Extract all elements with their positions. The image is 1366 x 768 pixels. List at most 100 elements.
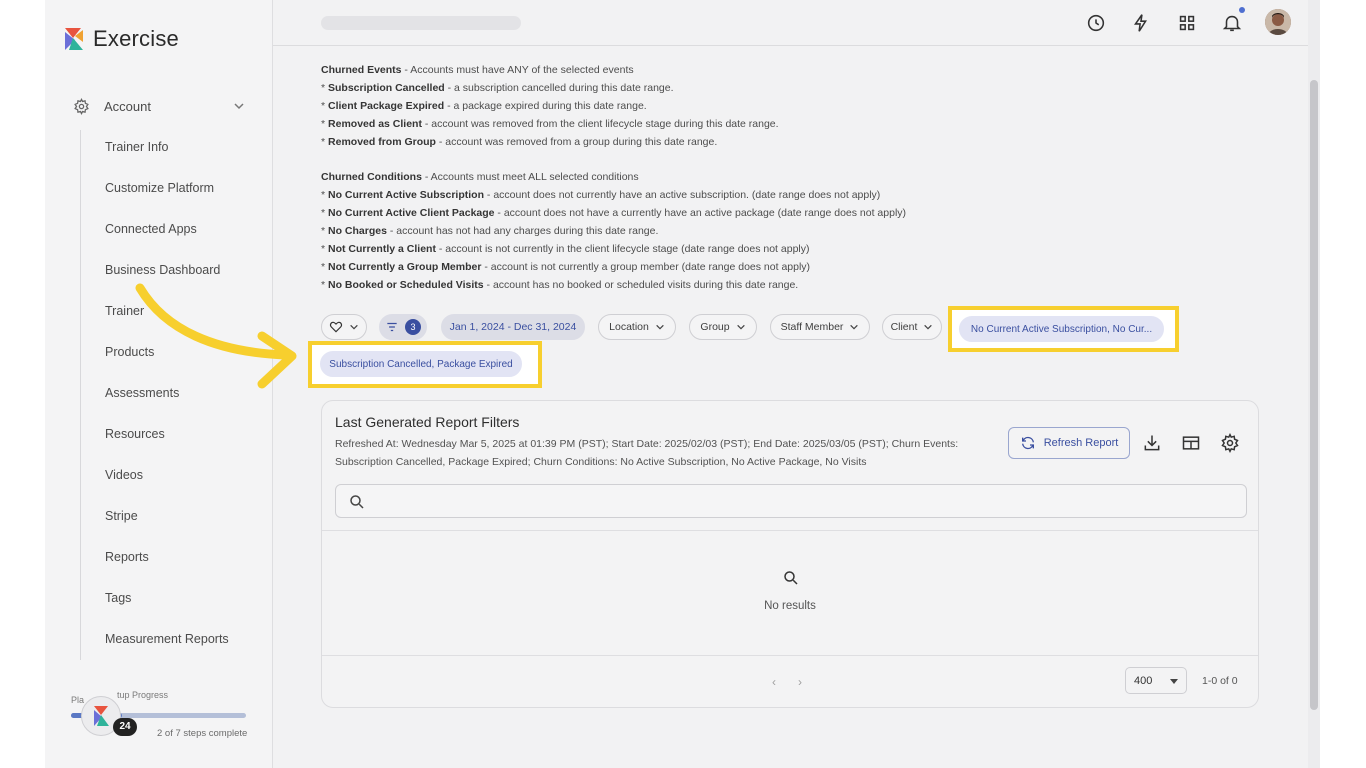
chevron-down-icon [736,324,745,330]
condition-name: No Current Active Client Package [328,207,495,219]
sidebar-item-measurement-reports[interactable]: Measurement Reports [105,632,229,646]
report-card: Last Generated Report Filters Refreshed … [321,400,1259,708]
rows-per-page-select[interactable]: 400 [1125,667,1187,694]
condition-name: No Charges [328,225,387,237]
condition-name: Not Currently a Client [328,243,436,255]
condition-description: * No Booked or Scheduled Visits - accoun… [321,279,799,291]
app-logo[interactable]: Exercise [61,26,179,52]
logo-icon [61,26,85,52]
filter-count-badge: 3 [405,319,421,335]
location-label: Location [609,321,649,333]
event-description: * Removed as Client - account was remove… [321,118,779,130]
sidebar-item-tags[interactable]: Tags [105,591,131,605]
conditions-intro: - Accounts must meet ALL selected condit… [421,171,639,183]
churn-conditions-filter[interactable]: No Current Active Subscription, No Cur..… [959,316,1164,342]
bell-icon[interactable] [1221,12,1243,34]
sidebar-item-reports[interactable]: Reports [105,550,149,564]
event-text: - a subscription cancelled during this d… [444,82,674,94]
history-icon[interactable] [1085,12,1107,34]
sidebar-item-business-dashboard[interactable]: Business Dashboard [105,263,220,277]
date-range-filter[interactable]: Jan 1, 2024 - Dec 31, 2024 [441,314,585,340]
events-heading: Churned Events - Accounts must have ANY … [321,64,634,76]
event-name: Subscription Cancelled [328,82,445,94]
chevron-right-icon[interactable]: › [798,675,802,689]
rows-per-page-value: 400 [1134,674,1153,687]
page-info: 1-0 of 0 [1202,675,1238,687]
top-header [273,0,1320,46]
search-icon [784,571,798,585]
settings-icon[interactable] [1220,433,1240,453]
divider [322,655,1258,656]
group-filter[interactable]: Group [689,314,757,340]
sidebar-item-stripe[interactable]: Stripe [105,509,138,523]
event-name: Removed from Group [328,136,436,148]
gear-icon [74,97,89,115]
report-meta: Refreshed At: Wednesday Mar 5, 2025 at 0… [335,438,959,468]
sidebar-divider [80,130,81,660]
sidebar-item-trainer[interactable]: Trainer [105,304,144,318]
event-name: Removed as Client [328,118,422,130]
apps-grid-icon[interactable] [1176,12,1198,34]
conditions-title: Churned Conditions [321,171,422,183]
user-avatar[interactable] [1265,9,1291,35]
right-margin [1320,0,1366,768]
condition-text: - account is not currently a group membe… [481,261,811,273]
refresh-report-button[interactable]: Refresh Report [1008,427,1130,459]
main-content: Churned Events - Accounts must have ANY … [273,46,1313,768]
report-search-input[interactable] [335,484,1247,518]
empty-state-text: No results [764,600,816,612]
sidebar-item-assessments[interactable]: Assessments [105,386,179,400]
churn-events-filter[interactable]: Subscription Cancelled, Package Expired [320,351,522,377]
bolt-icon[interactable] [1130,12,1152,34]
staff-member-filter[interactable]: Staff Member [770,314,870,340]
sidebar-item-videos[interactable]: Videos [105,468,143,482]
condition-text: - account has not had any charges during… [386,225,659,237]
condition-name: No Booked or Scheduled Visits [328,279,484,291]
report-title: Last Generated Report Filters [335,414,520,430]
filter-toggle-button[interactable]: 3 [379,314,427,340]
sidebar-item-connected-apps[interactable]: Connected Apps [105,222,197,236]
event-text: - account was removed from a group durin… [435,136,718,148]
sidebar-account-label: Account [104,98,151,114]
left-margin [0,0,45,768]
client-filter[interactable]: Client [882,314,942,340]
table-columns-icon[interactable] [1181,433,1201,453]
client-label: Client [890,321,918,333]
event-description: * Subscription Cancelled - a subscriptio… [321,82,674,94]
condition-text: - account has no booked or scheduled vis… [483,279,799,291]
chevron-down-icon [850,324,859,330]
event-description: * Removed from Group - account was remov… [321,136,718,148]
condition-description: * Not Currently a Group Member - account… [321,261,811,273]
event-text: - a package expired during this date ran… [444,100,647,112]
download-icon[interactable] [1142,433,1162,453]
location-filter[interactable]: Location [598,314,676,340]
scrollbar[interactable] [1308,0,1320,768]
app-window: Exercise Account Trainer Info Customize … [45,0,1320,768]
breadcrumb [321,16,521,30]
chevron-down-icon [924,324,933,330]
condition-description: * No Current Active Subscription - accou… [321,189,881,201]
heart-icon [329,321,343,333]
event-description: * Client Package Expired - a package exp… [321,100,647,112]
events-title: Churned Events [321,64,402,76]
sidebar-item-resources[interactable]: Resources [105,427,165,441]
chevron-left-icon[interactable]: ‹ [772,675,776,689]
scrollbar-thumb[interactable] [1310,80,1318,710]
refresh-report-label: Refresh Report [1043,437,1119,449]
event-name: Client Package Expired [328,100,445,112]
sidebar-item-products[interactable]: Products [105,345,154,359]
chevron-down-icon [656,324,664,330]
favorites-dropdown[interactable] [321,314,367,340]
sidebar-item-customize-platform[interactable]: Customize Platform [105,181,214,195]
group-label: Group [700,321,730,333]
conditions-heading: Churned Conditions - Accounts must meet … [321,171,639,183]
app-name: Exercise [93,26,179,51]
sidebar-item-trainer-info[interactable]: Trainer Info [105,140,168,154]
chevron-down-icon [234,103,244,110]
highlight-frame: Subscription Cancelled, Package Expired [308,341,542,388]
condition-name: Not Currently a Group Member [328,261,482,273]
date-range-label: Jan 1, 2024 - Dec 31, 2024 [449,321,577,333]
sidebar-account-toggle[interactable]: Account [73,96,245,116]
sidebar: Exercise Account Trainer Info Customize … [45,0,273,768]
condition-description: * No Charges - account has not had any c… [321,225,659,237]
